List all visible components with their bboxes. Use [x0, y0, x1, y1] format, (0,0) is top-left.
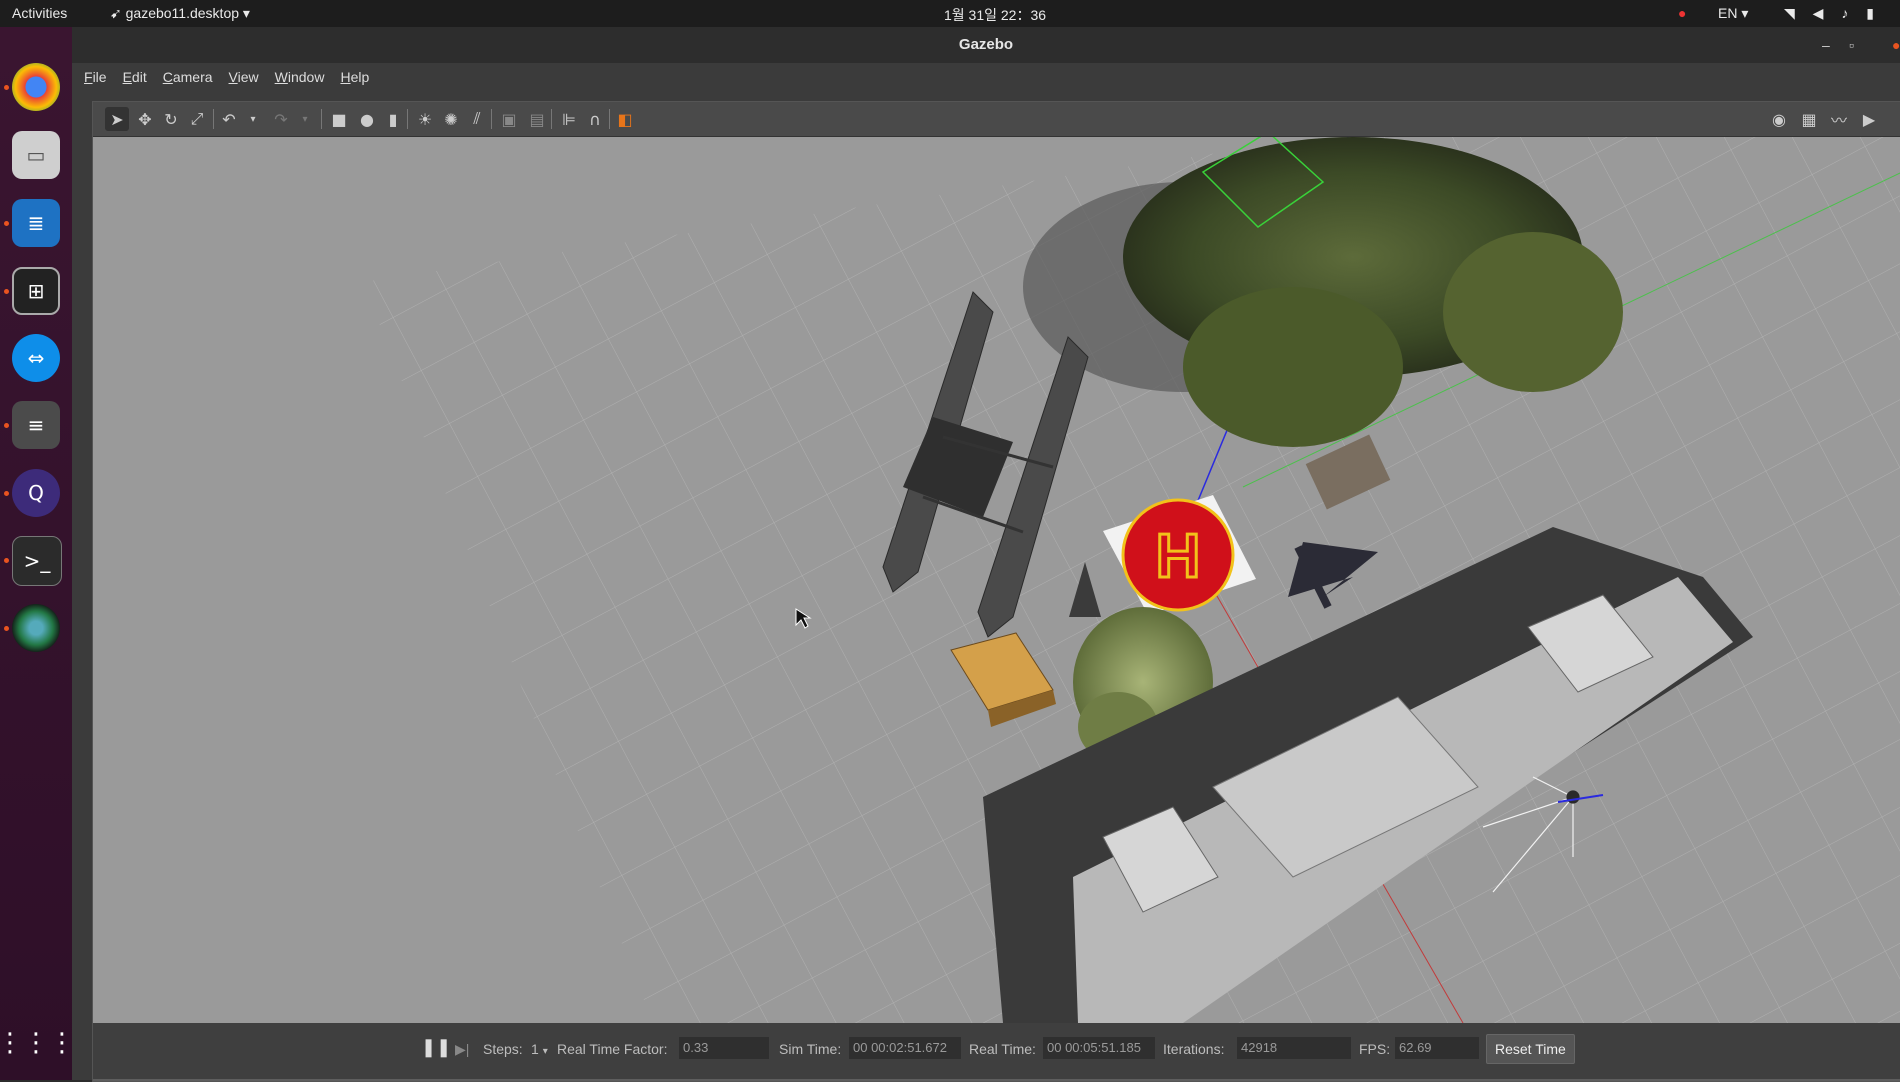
- system-status-area[interactable]: ◥ ◀ ♪ ▮: [1770, 5, 1874, 22]
- select-mode-icon[interactable]: ➤: [105, 107, 129, 131]
- directional-light-icon[interactable]: ⫽: [465, 107, 489, 131]
- change-view-icon[interactable]: ◧: [613, 107, 637, 131]
- running-indicator: [4, 558, 9, 563]
- app-menu[interactable]: ➹ gazebo11.desktop ▾: [110, 5, 250, 22]
- point-light-icon[interactable]: ☀: [413, 107, 437, 131]
- battery-icon: ▮: [1866, 5, 1874, 21]
- qgroundcontrol-icon[interactable]: Q: [12, 469, 60, 517]
- sublime-icon[interactable]: ≡: [12, 401, 60, 449]
- steps-value: 1: [531, 1041, 539, 1057]
- gazebo-window: Gazebo – ▫ ● File Edit Camera View Windo…: [72, 27, 1900, 1082]
- screenshot-icon[interactable]: ◉: [1767, 107, 1791, 131]
- terminator-icon[interactable]: ⊞: [12, 267, 60, 315]
- running-indicator: [4, 221, 9, 226]
- chevron-down-icon: ▾: [242, 5, 250, 21]
- plot-icon[interactable]: 〰: [1827, 107, 1851, 131]
- language-label: EN: [1718, 5, 1738, 21]
- maximize-icon[interactable]: ▫: [1849, 27, 1854, 63]
- menu-window[interactable]: Window: [275, 69, 325, 85]
- menu-bar: File Edit Camera View Window Help: [72, 63, 1900, 91]
- clock[interactable]: 1월 31일 22：36: [944, 5, 1046, 25]
- align-icon[interactable]: ⊫: [557, 107, 581, 131]
- writer-icon[interactable]: ≣: [12, 199, 60, 247]
- chrome-icon[interactable]: [12, 63, 60, 111]
- helipad-h-marking: H: [1156, 522, 1201, 591]
- wifi-icon: ◥: [1784, 5, 1795, 21]
- real-time-value: 00 00:05:51.185: [1043, 1037, 1155, 1059]
- iterations-label: Iterations:: [1163, 1041, 1225, 1057]
- volume-icon: ◀: [1812, 5, 1824, 21]
- scale-mode-icon[interactable]: ⤢: [185, 107, 209, 131]
- redo-dropdown-icon[interactable]: ▾: [293, 107, 317, 131]
- undo-icon[interactable]: ↶: [217, 107, 241, 131]
- fps-value: 62.69: [1395, 1037, 1479, 1059]
- chevron-down-icon: ▾: [542, 1046, 548, 1057]
- running-indicator: [4, 85, 9, 90]
- window-titlebar[interactable]: Gazebo – ▫ ●: [72, 27, 1900, 63]
- paste-icon[interactable]: ▤: [525, 107, 549, 131]
- microphone-icon: ♪: [1841, 5, 1849, 21]
- running-indicator: [4, 626, 9, 631]
- iterations-value: 42918: [1237, 1037, 1351, 1059]
- app-menu-label: gazebo11.desktop: [125, 5, 240, 21]
- sim-time-label: Sim Time:: [779, 1041, 842, 1057]
- close-icon[interactable]: ●: [1892, 27, 1900, 63]
- pause-icon[interactable]: ❚❚: [421, 1037, 451, 1058]
- menu-edit[interactable]: Edit: [123, 69, 147, 85]
- teamviewer-icon[interactable]: ⇔: [12, 334, 60, 382]
- box-shape-icon[interactable]: ■: [327, 107, 351, 131]
- window-title: Gazebo: [958, 36, 1014, 53]
- steps-label: Steps:: [483, 1041, 523, 1057]
- toolbar-separator: [407, 109, 408, 129]
- step-icon[interactable]: ▶|: [455, 1041, 469, 1058]
- activities-button[interactable]: Activities: [12, 5, 67, 21]
- video-record-icon[interactable]: ▶: [1857, 107, 1881, 131]
- system-top-bar: Activities ➹ gazebo11.desktop ▾ 1월 31일 2…: [0, 0, 1900, 27]
- sphere-shape-icon[interactable]: ●: [355, 107, 379, 131]
- menu-camera[interactable]: Camera: [163, 69, 213, 85]
- menu-view[interactable]: View: [229, 69, 259, 85]
- log-icon[interactable]: ▦: [1797, 107, 1821, 131]
- time-panel: ❚❚ ▶| Steps: 1 ▾ Real Time Factor: 0.33 …: [93, 1023, 1900, 1079]
- toolbar-separator: [213, 109, 214, 129]
- running-indicator: [4, 491, 9, 496]
- 3d-viewport[interactable]: H: [93, 137, 1900, 1023]
- snap-icon[interactable]: ∩: [583, 107, 607, 131]
- camera-app-icon[interactable]: [12, 604, 60, 652]
- terminal-icon[interactable]: >_: [12, 536, 62, 586]
- render-panel: ➤ ✥ ↻ ⤢ ↶ ▾ ↷ ▾ ■ ● ▮ ☀ ✺ ⫽ ▣ ▤ ⊫ ∩ ◧ ◉: [92, 101, 1900, 1082]
- toolbar: ➤ ✥ ↻ ⤢ ↶ ▾ ↷ ▾ ■ ● ▮ ☀ ✺ ⫽ ▣ ▤ ⊫ ∩ ◧ ◉: [93, 102, 1900, 137]
- running-indicator: [4, 423, 9, 428]
- cylinder-shape-icon[interactable]: ▮: [381, 107, 405, 131]
- menu-help[interactable]: Help: [340, 69, 369, 85]
- menu-file[interactable]: File: [84, 69, 107, 85]
- toolbar-separator: [551, 109, 552, 129]
- record-indicator-icon[interactable]: ●: [1678, 5, 1686, 21]
- language-indicator[interactable]: EN ▾: [1718, 5, 1748, 22]
- sim-time-value: 00 00:02:51.672: [849, 1037, 961, 1059]
- steps-spinbox[interactable]: 1 ▾: [531, 1041, 548, 1057]
- minimize-icon[interactable]: –: [1822, 27, 1830, 63]
- files-icon[interactable]: ▭: [12, 131, 60, 179]
- copy-icon[interactable]: ▣: [497, 107, 521, 131]
- rotate-mode-icon[interactable]: ↻: [159, 107, 183, 131]
- toolbar-separator: [609, 109, 610, 129]
- fps-label: FPS:: [1359, 1041, 1391, 1057]
- running-indicator: [4, 289, 9, 294]
- toolbar-separator: [321, 109, 322, 129]
- chevron-down-icon: ▾: [1741, 5, 1749, 21]
- reset-time-button[interactable]: Reset Time: [1486, 1034, 1575, 1064]
- gazebo-small-icon: ➹: [110, 5, 122, 21]
- dock: ▭ ≣ ⊞ ⇔ ≡ Q >_ ⋮⋮⋮: [0, 27, 75, 1080]
- scene-render[interactable]: H: [93, 137, 1900, 1023]
- translate-mode-icon[interactable]: ✥: [133, 107, 157, 131]
- rtf-value: 0.33: [679, 1037, 769, 1059]
- show-applications-icon[interactable]: ⋮⋮⋮: [0, 1019, 75, 1067]
- rtf-label: Real Time Factor:: [557, 1041, 668, 1057]
- spot-light-icon[interactable]: ✺: [439, 107, 463, 131]
- toolbar-separator: [491, 109, 492, 129]
- real-time-label: Real Time:: [969, 1041, 1036, 1057]
- redo-icon[interactable]: ↷: [269, 107, 293, 131]
- undo-dropdown-icon[interactable]: ▾: [241, 107, 265, 131]
